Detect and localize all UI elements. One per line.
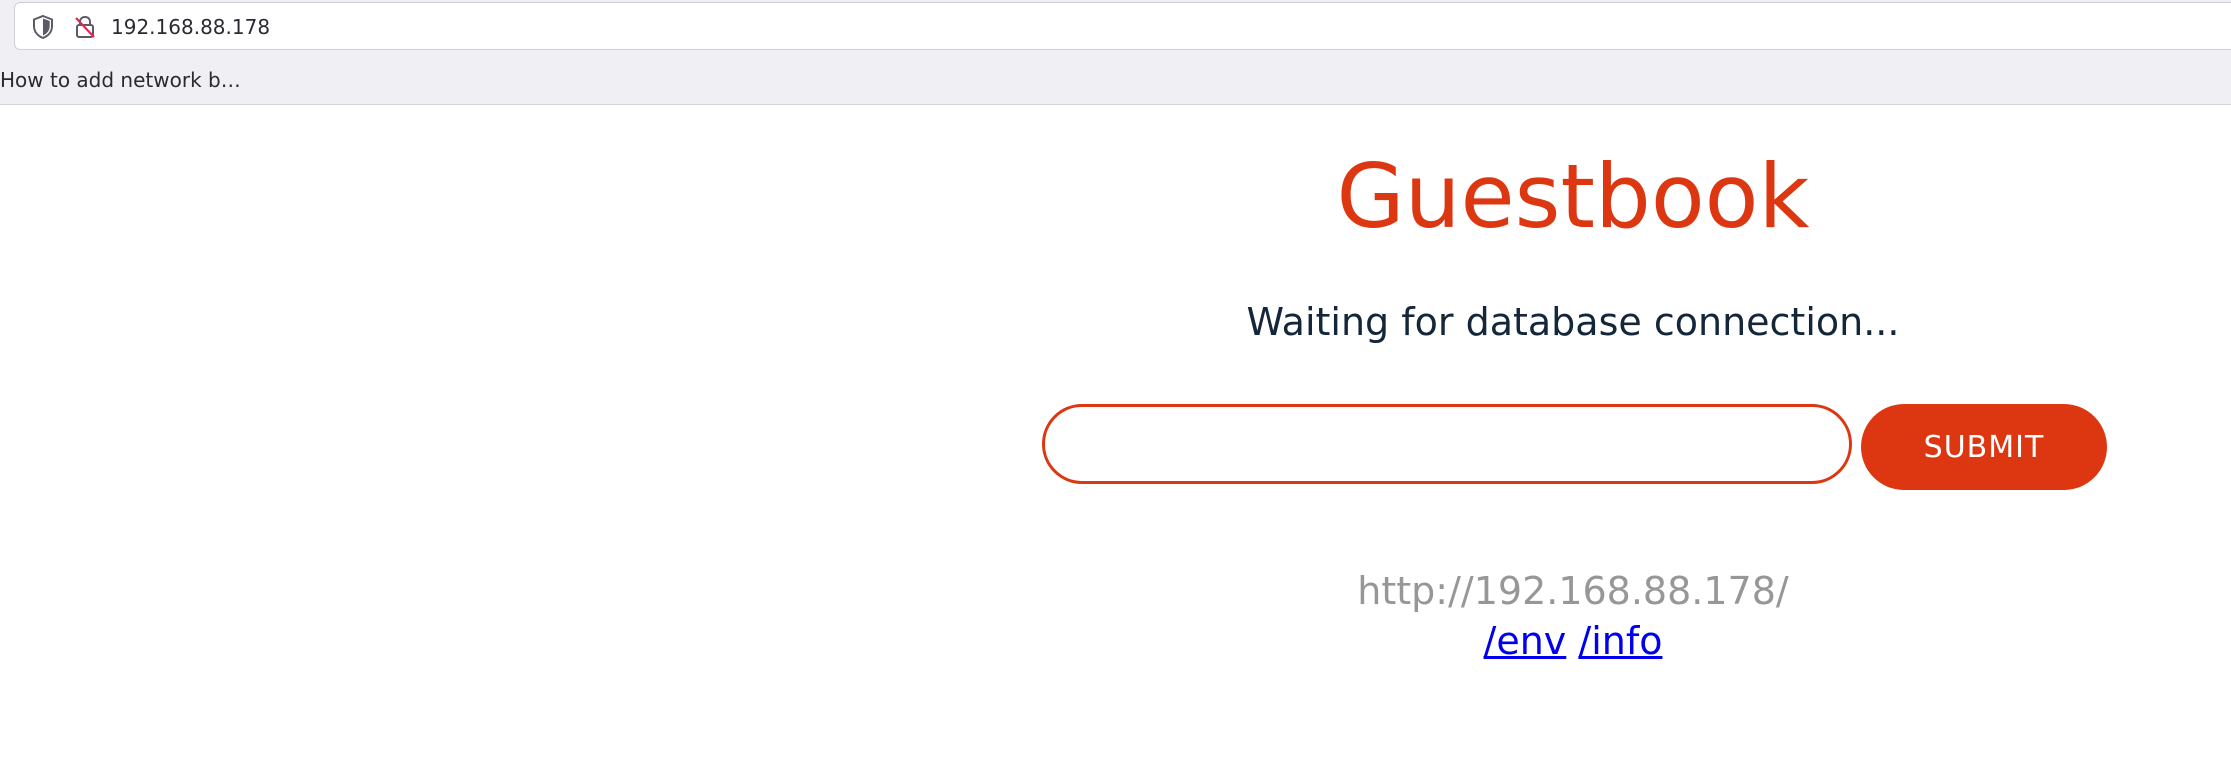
guestbook-entry-input[interactable]	[1042, 404, 1852, 484]
page-title: Guestbook	[1336, 145, 1810, 248]
browser-chrome: 192.168.88.178 How to add network b…	[0, 0, 2231, 105]
bookmark-item[interactable]: How to add network b…	[0, 68, 241, 92]
nav-links: /env /info	[0, 619, 2231, 663]
page-content: Guestbook Waiting for database connectio…	[0, 105, 2231, 760]
url-text[interactable]: 192.168.88.178	[111, 15, 270, 39]
shield-icon[interactable]	[29, 13, 57, 41]
insecure-lock-icon[interactable]	[71, 13, 99, 41]
status-message: Waiting for database connection...	[1246, 300, 1900, 344]
host-url: http://192.168.88.178/	[1357, 569, 1789, 613]
info-link[interactable]: /info	[1578, 619, 1662, 663]
submit-button[interactable]: SUBMIT	[1861, 404, 2107, 490]
address-bar[interactable]: 192.168.88.178	[14, 2, 2231, 50]
env-link[interactable]: /env	[1484, 619, 1567, 663]
